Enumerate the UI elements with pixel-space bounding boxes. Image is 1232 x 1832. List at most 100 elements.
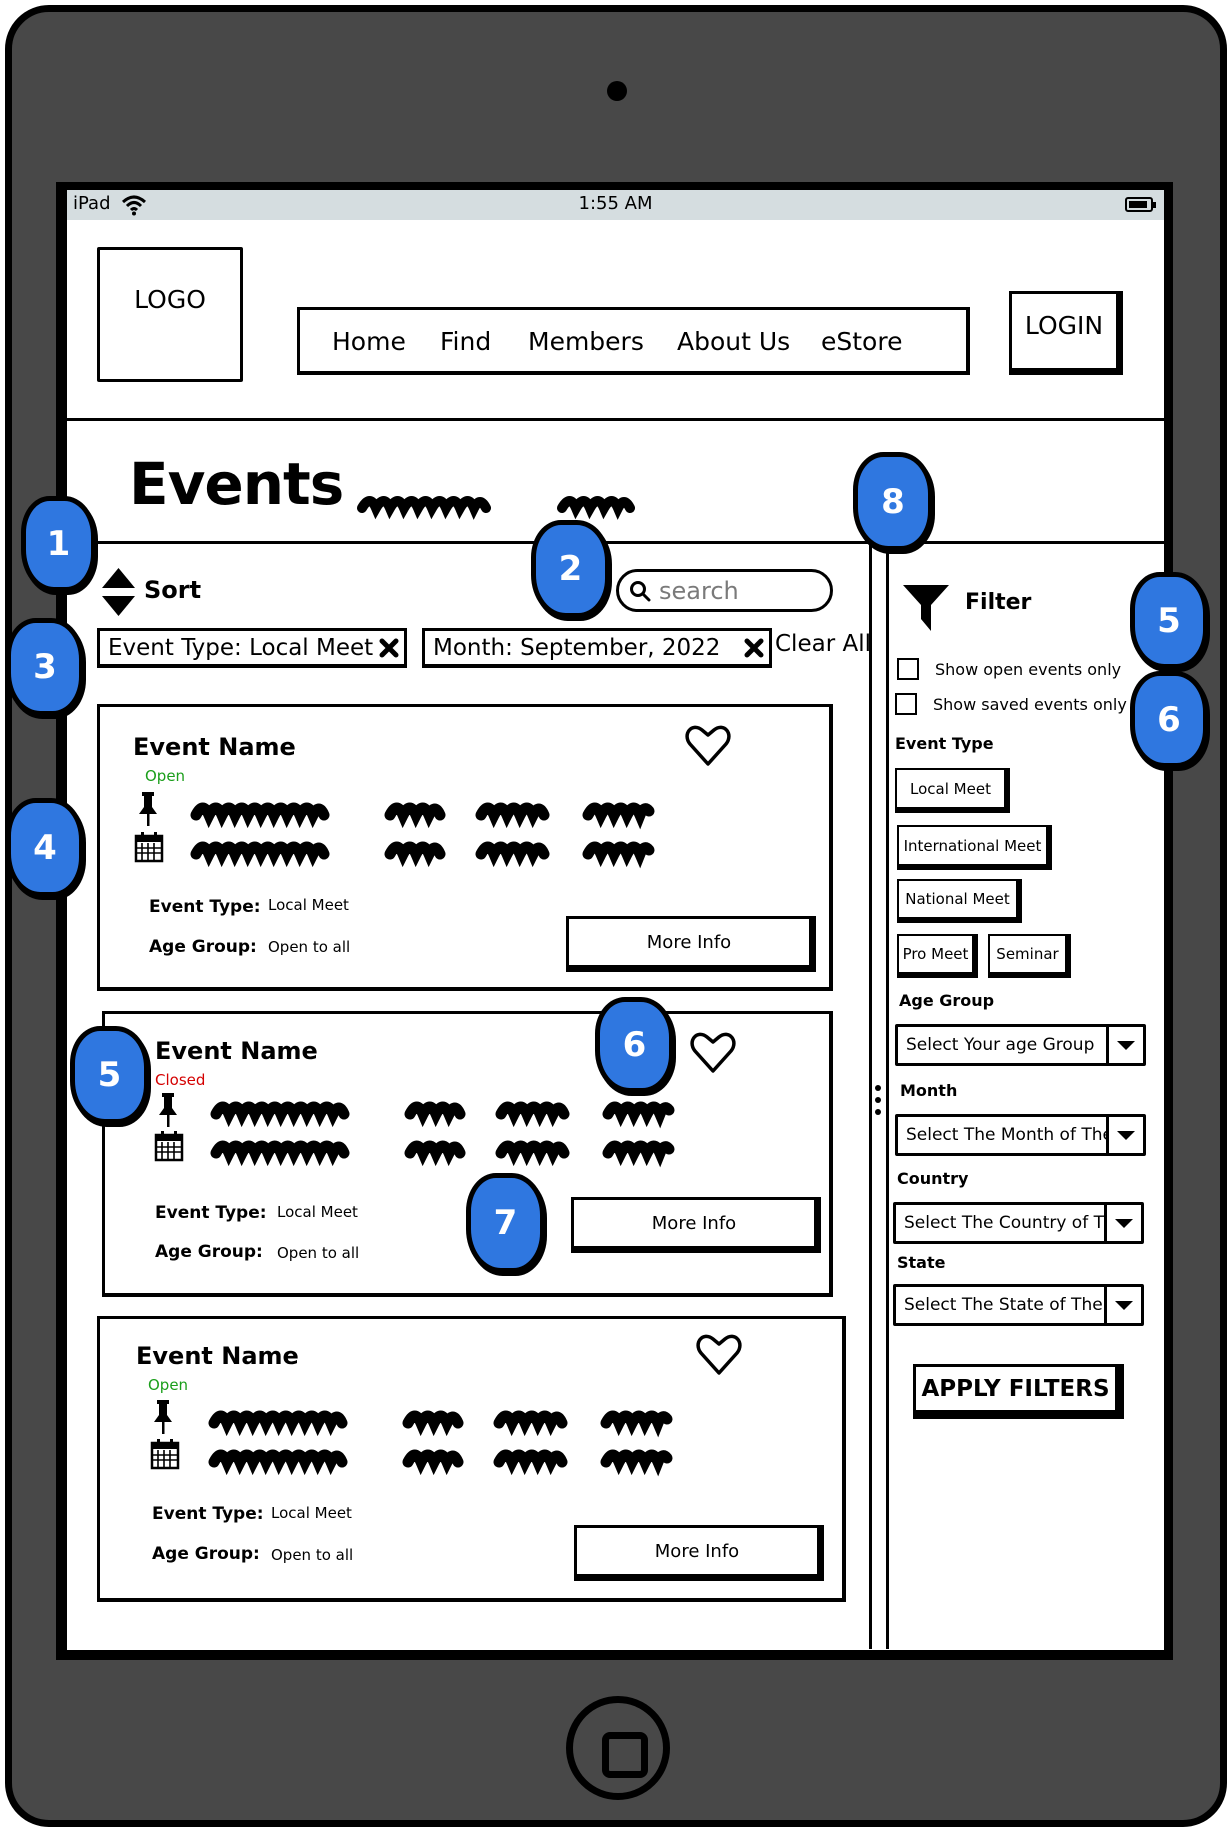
search-input-wrapper[interactable] <box>616 569 833 612</box>
home-button[interactable] <box>566 1696 670 1800</box>
event-type-value: Local Meet <box>268 896 349 914</box>
chevron-down-icon[interactable] <box>1104 1287 1141 1323</box>
page-title: Events <box>129 450 344 518</box>
pin-icon <box>159 1093 177 1127</box>
event-card: Event Name Open Event Type: Local Meet A… <box>97 704 833 991</box>
age-group-label: Age Group: <box>149 937 257 957</box>
event-type-label: Event Type: <box>155 1203 267 1223</box>
panel-divider-right <box>886 543 889 1649</box>
more-info-button[interactable]: More Info <box>574 1525 824 1581</box>
country-select-value: Select The Country of The Event <box>904 1213 1104 1233</box>
nav-about-us[interactable]: About Us <box>677 327 790 356</box>
event-type-value: Local Meet <box>271 1504 352 1522</box>
open-events-checkbox[interactable] <box>897 658 919 680</box>
heart-icon[interactable] <box>689 1031 737 1075</box>
calendar-icon <box>134 832 164 863</box>
filter-title: Filter <box>965 590 1032 615</box>
annotation-badge: 1 <box>21 496 96 592</box>
saved-events-label[interactable]: Show saved events only <box>933 695 1127 714</box>
nav-find[interactable]: Find <box>440 327 491 356</box>
annotation-badge: 6 <box>1130 671 1208 768</box>
annotation-badge: 3 <box>6 618 84 716</box>
age-group-label: Age Group: <box>155 1242 263 1262</box>
title-divider <box>67 541 1164 544</box>
status-badge: Open <box>145 767 186 785</box>
month-heading: Month <box>900 1081 958 1100</box>
age-group-value: Open to all <box>277 1244 360 1262</box>
age-group-value: Open to all <box>271 1546 354 1564</box>
battery-icon <box>1125 197 1156 212</box>
age-group-select-value: Select Your age Group <box>906 1035 1095 1055</box>
panel-divider-left <box>869 543 872 1649</box>
annotation-badge: 7 <box>466 1173 545 1273</box>
close-icon[interactable] <box>378 637 400 659</box>
more-info-button[interactable]: More Info <box>571 1197 821 1253</box>
annotation-badge: 2 <box>531 520 610 618</box>
annotation-badge: 5 <box>70 1026 149 1124</box>
pin-icon <box>154 1400 172 1434</box>
event-name[interactable]: Event Name <box>136 1342 299 1370</box>
main-nav: Home Find Members About Us eStore <box>297 307 970 375</box>
country-select[interactable]: Select The Country of The Event <box>893 1202 1144 1244</box>
age-group-heading: Age Group <box>899 991 995 1010</box>
event-type-label: Event Type: <box>149 897 261 917</box>
nav-estore[interactable]: eStore <box>821 327 902 356</box>
filter-chip-event-type: Event Type: Local Meet <box>97 628 407 668</box>
search-input[interactable] <box>659 576 819 605</box>
location-date-scribble <box>210 1101 675 1168</box>
close-icon[interactable] <box>743 637 765 659</box>
logo[interactable]: LOGO <box>97 247 243 382</box>
tag-seminar[interactable]: Seminar <box>988 934 1071 978</box>
calendar-icon <box>150 1439 180 1470</box>
state-select[interactable]: Select The State of The Event <box>893 1284 1144 1326</box>
chip-label: Month: September, 2022 <box>433 634 721 661</box>
age-group-value: Open to all <box>268 938 351 956</box>
nav-home[interactable]: Home <box>332 327 406 356</box>
age-group-label: Age Group: <box>152 1544 260 1564</box>
event-card: Event Name Closed Event Type: Local Meet… <box>102 1011 833 1297</box>
event-card: Event Name Open Event Type: Local Meet A… <box>97 1316 846 1602</box>
location-date-scribble <box>190 802 655 869</box>
month-select[interactable]: Select The Month of The Event <box>895 1114 1146 1156</box>
tag-local-meet[interactable]: Local Meet <box>895 768 1010 813</box>
event-type-value: Local Meet <box>277 1203 358 1221</box>
chevron-down-icon[interactable] <box>1106 1117 1143 1153</box>
tag-international-meet[interactable]: International Meet <box>897 825 1052 870</box>
pin-icon <box>139 792 157 826</box>
filter-icon <box>903 585 949 631</box>
login-button[interactable]: LOGIN <box>1009 291 1123 375</box>
status-badge: Closed <box>155 1071 206 1089</box>
nav-members[interactable]: Members <box>528 327 644 356</box>
location-date-scribble <box>208 1410 673 1477</box>
filter-chip-month: Month: September, 2022 <box>422 628 772 668</box>
tag-pro-meet[interactable]: Pro Meet <box>897 934 978 978</box>
heart-icon[interactable] <box>695 1333 743 1377</box>
month-select-value: Select The Month of The Event <box>906 1125 1106 1145</box>
country-heading: Country <box>897 1169 969 1188</box>
apply-filters-button[interactable]: APPLY FILTERS <box>913 1364 1124 1419</box>
age-group-select[interactable]: Select Your age Group <box>895 1024 1146 1066</box>
splitter-handle-icon[interactable] <box>874 1083 882 1117</box>
more-info-button[interactable]: More Info <box>566 916 816 972</box>
chevron-down-icon[interactable] <box>1104 1205 1141 1241</box>
status-bar: iPad 1:55 AM <box>67 190 1164 220</box>
event-name[interactable]: Event Name <box>155 1037 318 1065</box>
camera-dot <box>607 81 627 101</box>
status-badge: Open <box>148 1376 189 1394</box>
tag-national-meet[interactable]: National Meet <box>897 879 1022 923</box>
search-icon <box>630 580 651 601</box>
annotation-badge: 4 <box>6 798 84 897</box>
heart-icon[interactable] <box>684 724 732 768</box>
open-events-label[interactable]: Show open events only <box>935 660 1121 679</box>
chip-label: Event Type: Local Meet <box>108 634 374 661</box>
calendar-icon <box>154 1131 184 1162</box>
sort-icon[interactable] <box>100 566 137 618</box>
sort-label[interactable]: Sort <box>144 576 201 604</box>
chevron-down-icon[interactable] <box>1106 1027 1143 1063</box>
clear-all-link[interactable]: Clear All <box>775 631 871 657</box>
header-divider <box>67 418 1164 421</box>
saved-events-checkbox[interactable] <box>895 693 917 715</box>
event-name[interactable]: Event Name <box>133 733 296 761</box>
status-time: 1:55 AM <box>578 193 653 214</box>
annotation-badge: 8 <box>853 452 933 551</box>
